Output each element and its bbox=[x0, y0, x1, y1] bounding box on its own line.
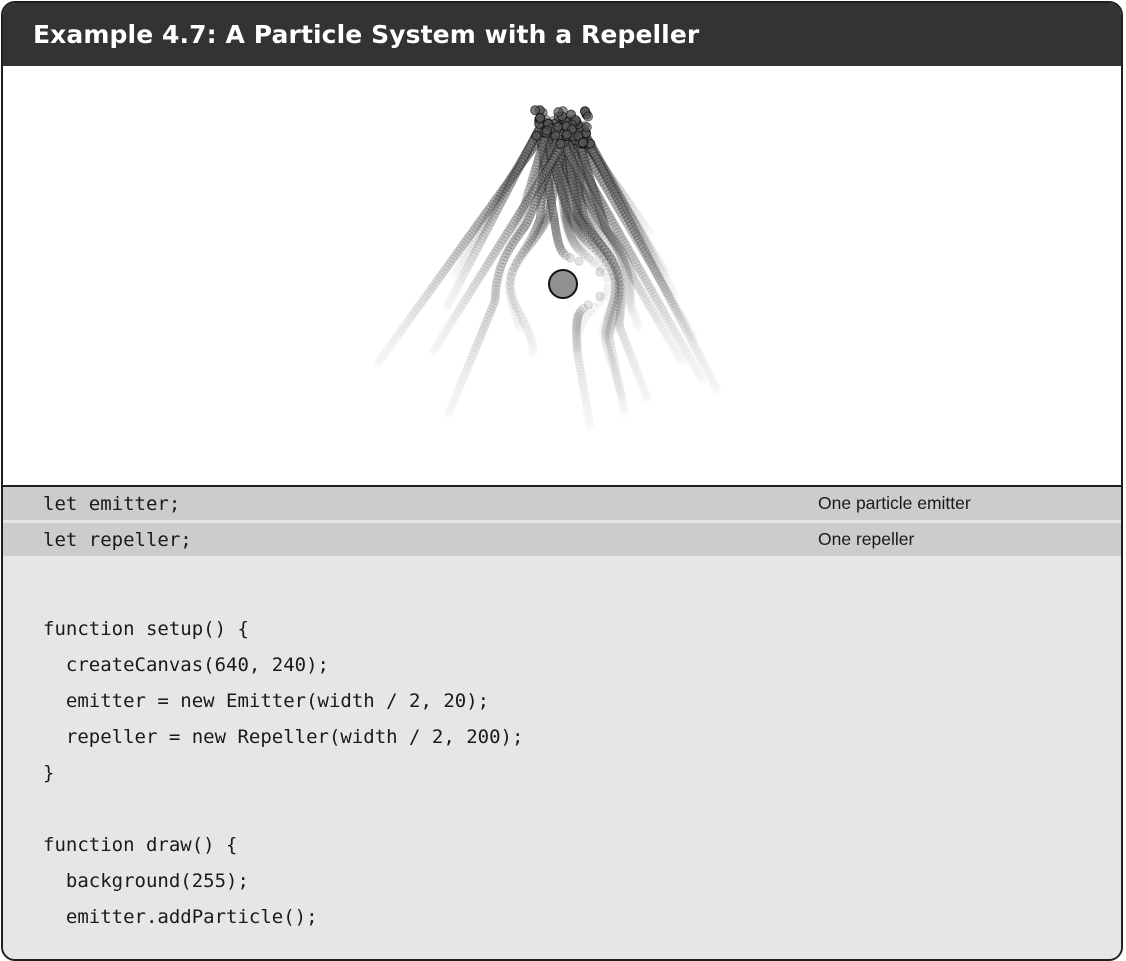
code-text: let repeller; bbox=[43, 528, 192, 551]
particle bbox=[581, 122, 592, 133]
particle-trail-dot bbox=[662, 269, 670, 277]
particle-trail-dot bbox=[635, 324, 643, 332]
particle-trail-dot bbox=[645, 228, 653, 236]
code-line: function draw() { bbox=[3, 827, 1121, 863]
code-line: emitter.addParticle(); bbox=[3, 899, 1121, 935]
particle bbox=[552, 121, 563, 132]
particle-trail-dot bbox=[586, 421, 594, 429]
code-text: createCanvas(640, 240); bbox=[43, 654, 329, 676]
sketch-canvas bbox=[3, 66, 1121, 487]
code-line: repeller = new Repeller(width / 2, 200); bbox=[3, 719, 1121, 755]
code-text: function setup() { bbox=[43, 618, 249, 640]
code-text: } bbox=[43, 762, 55, 784]
particle-trail-dot bbox=[713, 385, 721, 393]
particle-trail-dot bbox=[499, 253, 507, 261]
particle bbox=[577, 137, 588, 148]
particle bbox=[555, 138, 566, 149]
code-line: createCanvas(640, 240); bbox=[3, 647, 1121, 683]
code-line: background(255); bbox=[3, 863, 1121, 899]
particle bbox=[553, 107, 564, 118]
code-text: repeller = new Repeller(width / 2, 200); bbox=[43, 726, 524, 748]
particle bbox=[561, 129, 572, 140]
particle-trail-dot bbox=[445, 410, 453, 418]
particle-trail-dot bbox=[644, 395, 652, 403]
code-line-repeller: let repeller; One repeller bbox=[3, 523, 1121, 559]
particle bbox=[535, 113, 546, 123]
particle-trail-dot bbox=[598, 329, 606, 337]
particle-trail-dot bbox=[574, 256, 584, 266]
particle bbox=[583, 111, 593, 122]
particle-trail-dot bbox=[621, 409, 629, 417]
code-line: emitter = new Emitter(width / 2, 20); bbox=[3, 683, 1121, 719]
particle-trail-dot bbox=[600, 252, 608, 260]
particle-trail-dot bbox=[595, 267, 605, 277]
particle-trail-dot bbox=[429, 348, 437, 356]
particle-trail-dot bbox=[374, 359, 382, 367]
particle-trail-dot bbox=[603, 288, 611, 296]
code-annotation: One repeller bbox=[818, 529, 915, 549]
code-line-emitter: let emitter; One particle emitter bbox=[3, 487, 1121, 523]
particle bbox=[541, 125, 552, 136]
particle-trail-dot bbox=[605, 279, 613, 287]
code-annotation: One particle emitter bbox=[818, 493, 971, 513]
code-line: function setup() { bbox=[3, 611, 1121, 647]
code-text: function draw() { bbox=[43, 834, 238, 856]
particle-trail-dot bbox=[698, 376, 706, 384]
code-line: } bbox=[3, 755, 1121, 791]
code-text: emitter = new Emitter(width / 2, 20); bbox=[43, 690, 490, 712]
particle-trail-dot bbox=[628, 308, 636, 316]
particle-system-illustration bbox=[374, 105, 721, 429]
particle bbox=[531, 130, 542, 141]
example-frame: Example 4.7: A Particle System with a Re… bbox=[1, 1, 1123, 961]
code-text: background(255); bbox=[43, 870, 249, 892]
example-header: Example 4.7: A Particle System with a Re… bbox=[3, 3, 1121, 66]
code-listing: let emitter; One particle emitter let re… bbox=[3, 487, 1121, 959]
code-text: let emitter; bbox=[43, 492, 181, 515]
particle-trail-dot bbox=[620, 251, 628, 259]
particle-trail-dot bbox=[529, 350, 537, 358]
code-text: emitter.addParticle(); bbox=[43, 906, 318, 928]
example-title: Example 4.7: A Particle System with a Re… bbox=[33, 20, 700, 49]
particle-trail-dot bbox=[595, 291, 605, 301]
particle-trail-dot bbox=[565, 253, 575, 263]
repeller bbox=[548, 269, 578, 299]
particle-trail-dot bbox=[443, 304, 451, 312]
particle-trail-dot bbox=[677, 357, 685, 365]
